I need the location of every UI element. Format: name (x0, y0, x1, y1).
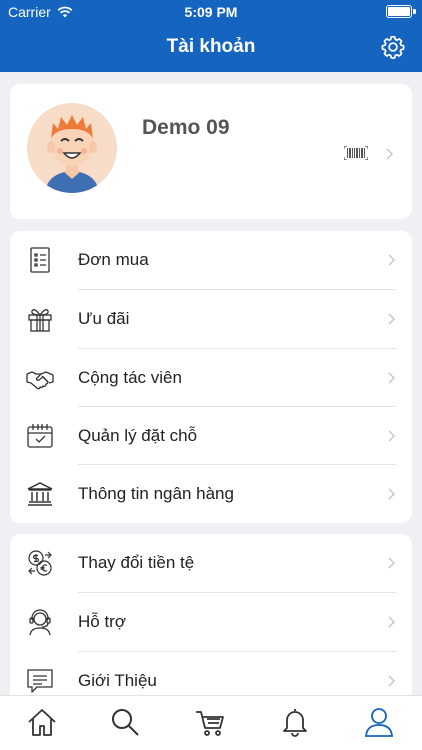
handshake-icon (26, 371, 54, 390)
calendar-check-icon (27, 424, 53, 448)
menu-label: Thông tin ngân hàng (78, 484, 234, 503)
menu-item-currency[interactable]: Thay đổi tiền tệ (10, 534, 412, 592)
status-bar: Carrier 5:09 PM (0, 0, 422, 24)
tab-bar (0, 695, 422, 750)
search-icon[interactable] (109, 706, 141, 738)
battery-tip (413, 9, 416, 14)
menu-label: Thay đổi tiền tệ (78, 553, 195, 572)
menu-label: Quản lý đặt chỗ (78, 426, 198, 445)
bell-icon[interactable] (279, 706, 311, 738)
chat-info-icon (27, 669, 53, 693)
chevron-right-icon (388, 372, 396, 384)
chevron-right-icon (388, 488, 396, 500)
chevron-right-icon (388, 430, 396, 442)
battery-icon (386, 5, 412, 18)
cart-icon[interactable] (194, 706, 226, 738)
app-header: Carrier 5:09 PM Tài khoản (0, 0, 422, 72)
support-agent-icon (29, 609, 51, 636)
menu-label: Đơn mua (78, 250, 149, 269)
chevron-right-icon (388, 616, 396, 628)
avatar (27, 103, 117, 193)
gift-icon (28, 309, 52, 332)
menu-item-promotions[interactable]: Ưu đãi (10, 290, 412, 348)
chevron-right-icon (388, 313, 396, 325)
home-icon[interactable] (26, 706, 58, 738)
menu-item-bookings[interactable]: Quản lý đặt chỗ (10, 407, 412, 465)
main-menu: Đơn mua Ưu đãi Cộng tác viên Quản lý đặt… (10, 231, 412, 523)
user-icon[interactable] (363, 706, 395, 738)
profile-card[interactable]: Demo 09 (10, 84, 412, 219)
clock: 5:09 PM (184, 4, 238, 20)
menu-item-orders[interactable]: Đơn mua (10, 231, 412, 289)
secondary-menu: Thay đổi tiền tệ Hỗ trợ Giới Thiệu (10, 534, 412, 704)
currency-exchange-icon (28, 550, 52, 576)
menu-item-bank-info[interactable]: Thông tin ngân hàng (10, 465, 412, 523)
chevron-right-icon (386, 148, 394, 160)
menu-label: Giới Thiệu (78, 671, 157, 690)
profile-name: Demo 09 (142, 116, 230, 139)
order-list-icon (30, 247, 50, 273)
chevron-right-icon (388, 557, 396, 569)
menu-item-affiliate[interactable]: Cộng tác viên (10, 349, 412, 407)
page-title: Tài khoản (166, 36, 256, 57)
chevron-right-icon (388, 254, 396, 266)
menu-label: Ưu đãi (78, 309, 130, 328)
menu-item-support[interactable]: Hỗ trợ (10, 593, 412, 651)
menu-label: Cộng tác viên (78, 368, 182, 387)
bank-icon (27, 482, 53, 506)
menu-label: Hỗ trợ (78, 612, 126, 631)
barcode-icon[interactable] (344, 146, 368, 160)
gear-icon[interactable] (380, 34, 406, 60)
chevron-right-icon (388, 675, 396, 687)
